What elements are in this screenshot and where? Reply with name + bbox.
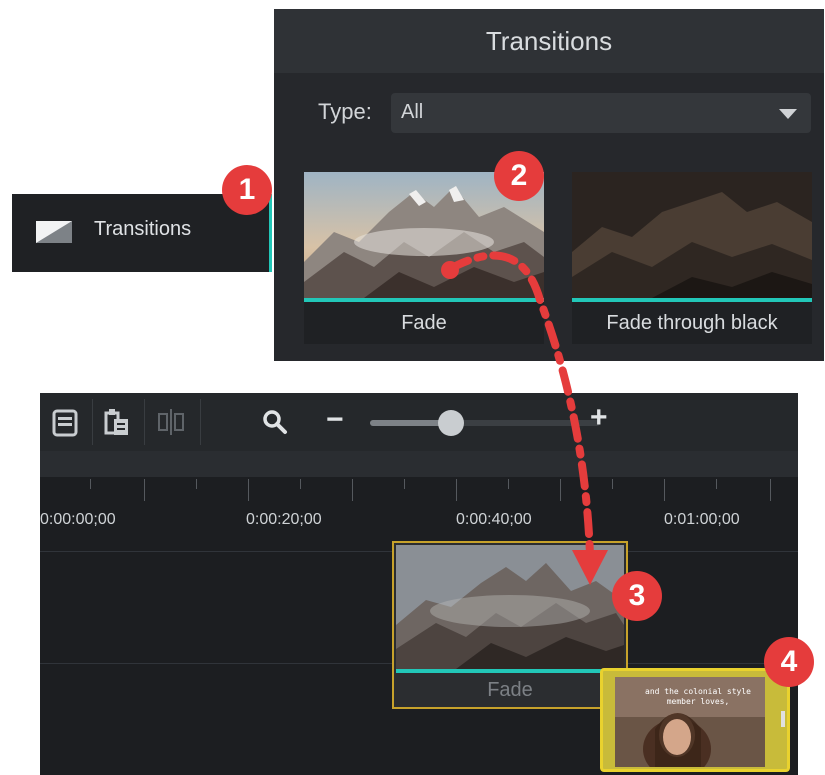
tile-accent-bar	[304, 298, 544, 302]
type-filter-label: Type:	[318, 99, 372, 124]
zoom-slider[interactable]	[370, 420, 600, 426]
search-icon[interactable]	[258, 405, 292, 439]
step-badge-3: 3	[612, 571, 662, 621]
ruler-tick	[770, 479, 771, 501]
ruler-tick	[352, 479, 353, 501]
transitions-icon	[36, 221, 72, 243]
clip-trim-handle[interactable]	[781, 711, 785, 727]
ruler-tick	[90, 479, 91, 489]
fade-through-black-thumbnail	[572, 172, 812, 298]
tile-label-fade: Fade	[401, 312, 447, 334]
toolbar-divider	[144, 399, 145, 445]
toolbar-divider	[92, 399, 93, 445]
ruler-tick	[144, 479, 145, 501]
ruler-tick	[664, 479, 665, 501]
timeline-header-strip	[40, 451, 798, 477]
split-icon[interactable]	[154, 405, 188, 439]
video-caption-text: and the colonial style member loves,	[645, 687, 751, 706]
ruler-tick	[404, 479, 405, 489]
video-clip-thumbnail: and the colonial style member loves,	[615, 677, 765, 767]
zoom-in-button[interactable]: +	[590, 401, 608, 435]
ruler-tick	[716, 479, 717, 489]
step-badge-1: 1	[222, 165, 272, 215]
zoom-slider-thumb[interactable]	[437, 410, 464, 436]
timeline: − + 0:00:00;00 0:00:20;00 0:00:40;00 0:0…	[40, 393, 798, 775]
ruler-tick	[196, 479, 197, 489]
zoom-out-button[interactable]: −	[326, 403, 344, 437]
transitions-panel: Transitions Type: All Fade Fade through …	[274, 9, 824, 361]
video-clip[interactable]: and the colonial style member loves,	[600, 668, 790, 772]
ruler-tick	[560, 479, 561, 501]
ruler-tick	[456, 479, 457, 501]
ruler-tick	[612, 479, 613, 489]
type-filter-dropdown[interactable]: All	[391, 93, 811, 133]
ruler-tick	[248, 479, 249, 501]
ruler-tick	[300, 479, 301, 489]
ruler-label: 0:00:40;00	[456, 511, 532, 528]
chevron-down-icon	[779, 109, 797, 119]
sidebar-tab-label: Transitions	[94, 218, 192, 240]
type-filter-value: All	[401, 101, 424, 123]
fade-clip-thumbnail	[396, 545, 624, 669]
panel-title: Transitions	[274, 9, 824, 73]
timeline-ruler[interactable]: 0:00:00;00 0:00:20;00 0:00:40;00 0:01:00…	[40, 477, 798, 535]
timeline-toolbar: − +	[40, 393, 798, 451]
ruler-label: 0:00:20;00	[246, 511, 322, 528]
toolbar-divider	[200, 399, 201, 445]
ruler-label: 0:01:00;00	[664, 511, 740, 528]
fade-transition-clip[interactable]: Fade	[392, 541, 628, 709]
clip-accent-bar	[396, 669, 624, 673]
paste-icon[interactable]	[100, 405, 134, 439]
tile-label-fade-through-black: Fade through black	[606, 312, 778, 334]
transition-tile-fade-through-black[interactable]: Fade through black	[572, 172, 812, 344]
step-badge-2: 2	[494, 151, 544, 201]
ruler-tick	[508, 479, 509, 489]
tile-accent-bar	[572, 298, 812, 302]
fade-clip-label: Fade	[487, 679, 533, 701]
copy-icon[interactable]	[50, 405, 84, 439]
ruler-label: 0:00:00;00	[40, 511, 116, 528]
step-badge-4: 4	[764, 637, 814, 687]
